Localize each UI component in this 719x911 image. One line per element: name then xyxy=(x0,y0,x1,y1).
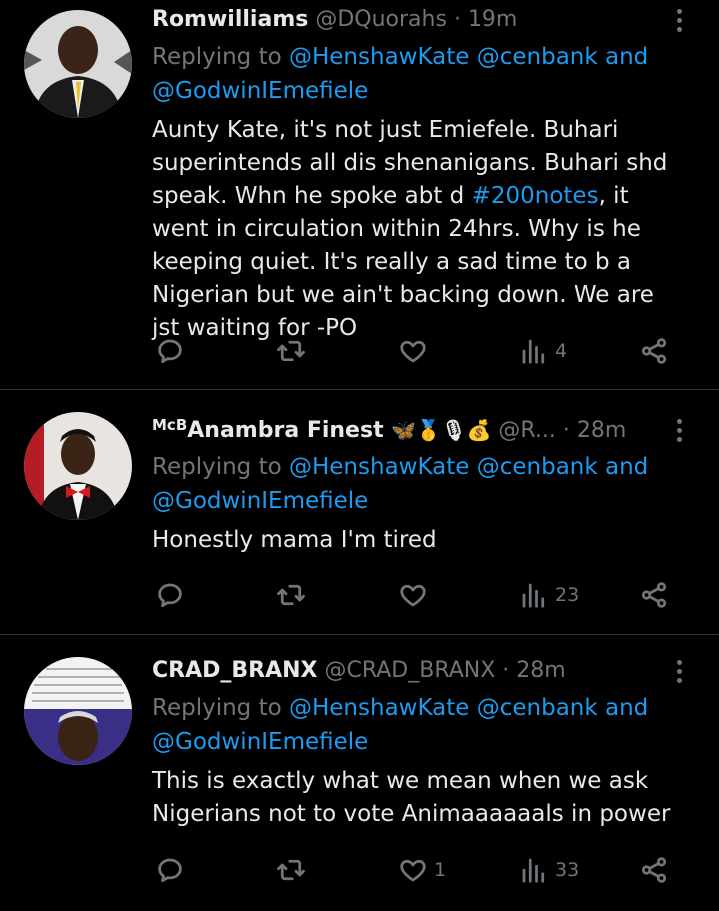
replying-to-label: Replying to xyxy=(152,695,282,721)
tweet-header: McBAnambra Finest 🦋🥇🎙💰 @R... · 28m xyxy=(152,416,649,446)
retweet-button[interactable] xyxy=(276,578,306,612)
share-button[interactable] xyxy=(639,578,669,612)
reply-icon xyxy=(155,855,185,885)
reply-icon xyxy=(155,336,185,366)
like-icon xyxy=(398,580,428,610)
mention-and[interactable]: and xyxy=(605,44,648,70)
share-icon xyxy=(639,580,669,610)
views-icon xyxy=(519,580,549,610)
separator-dot: · xyxy=(453,7,461,32)
view-count: 23 xyxy=(555,584,580,606)
like-button[interactable] xyxy=(398,578,434,612)
like-count: 1 xyxy=(434,859,447,881)
view-count: 33 xyxy=(555,859,580,881)
avatar[interactable] xyxy=(24,10,132,118)
retweet-button[interactable] xyxy=(276,334,306,368)
timestamp[interactable]: 28m xyxy=(577,418,626,443)
retweet-icon xyxy=(276,336,306,366)
avatar[interactable] xyxy=(24,412,132,520)
retweet-icon xyxy=(276,580,306,610)
more-icon[interactable] xyxy=(669,657,689,685)
share-icon xyxy=(639,336,669,366)
mention-link[interactable]: @cenbank xyxy=(477,454,598,480)
reply-icon xyxy=(155,580,185,610)
like-button[interactable] xyxy=(398,334,434,368)
views-button[interactable]: 33 xyxy=(519,853,579,887)
tweet-header: Romwilliams @DQuorahs · 19m xyxy=(152,6,649,34)
mention-link[interactable]: @HenshawKate xyxy=(289,44,469,70)
mention-link[interactable]: @HenshawKate xyxy=(289,454,469,480)
tweet-text: This is exactly what we mean when we ask… xyxy=(152,768,671,827)
action-bar: 1 33 xyxy=(155,853,679,887)
timestamp[interactable]: 28m xyxy=(516,658,565,683)
retweet-icon xyxy=(276,855,306,885)
mention-and[interactable]: and xyxy=(605,454,648,480)
replying-to: Replying to @HenshawKate @cenbank and @G… xyxy=(152,40,679,108)
share-button[interactable] xyxy=(639,853,669,887)
mention-link[interactable]: @GodwinIEmefiele xyxy=(152,488,368,514)
handle[interactable]: @DQuorahs xyxy=(315,7,447,32)
hashtag-link[interactable]: #200notes xyxy=(472,183,599,209)
retweet-button[interactable] xyxy=(276,853,306,887)
display-name-text: Anambra Finest xyxy=(187,418,384,443)
avatar[interactable] xyxy=(24,657,132,765)
name-prefix: McB xyxy=(152,416,188,434)
mention-link[interactable]: @cenbank xyxy=(477,44,598,70)
mention-and[interactable]: and xyxy=(605,695,648,721)
display-name[interactable]: McBAnambra Finest 🦋🥇🎙💰 xyxy=(152,416,492,443)
mention-link[interactable]: @GodwinIEmefiele xyxy=(152,78,368,104)
replying-to-label: Replying to xyxy=(152,454,282,480)
more-icon[interactable] xyxy=(669,6,689,34)
views-icon xyxy=(519,336,549,366)
like-icon xyxy=(398,855,428,885)
views-button[interactable]: 23 xyxy=(519,578,579,612)
tweet-header: CRAD_BRANX @CRAD_BRANX · 28m xyxy=(152,657,649,685)
mention-link[interactable]: @cenbank xyxy=(477,695,598,721)
tweet-text: Aunty Kate, it's not just Emiefele. Buha… xyxy=(152,114,679,345)
mention-link[interactable]: @HenshawKate xyxy=(289,695,469,721)
separator-dot: · xyxy=(562,418,570,443)
display-name[interactable]: CRAD_BRANX xyxy=(152,658,317,683)
handle[interactable]: @R... xyxy=(498,418,555,443)
tweet[interactable]: CRAD_BRANX @CRAD_BRANX · 28m Replying to… xyxy=(0,635,719,911)
views-icon xyxy=(519,855,549,885)
tweet[interactable]: Romwilliams @DQuorahs · 19m Replying to … xyxy=(0,0,719,390)
views-button[interactable]: 4 xyxy=(519,334,567,368)
share-button[interactable] xyxy=(639,334,669,368)
name-emojis: 🦋🥇🎙💰 xyxy=(391,418,492,442)
timestamp[interactable]: 19m xyxy=(468,7,517,32)
reply-button[interactable] xyxy=(155,578,185,612)
reply-button[interactable] xyxy=(155,853,185,887)
share-icon xyxy=(639,855,669,885)
handle[interactable]: @CRAD_BRANX xyxy=(324,658,495,683)
display-name[interactable]: Romwilliams xyxy=(152,7,308,32)
more-icon[interactable] xyxy=(669,416,689,444)
like-button[interactable]: 1 xyxy=(398,853,446,887)
replying-to: Replying to @HenshawKate @cenbank and @G… xyxy=(152,450,679,518)
tweet-text: Honestly mama I'm tired xyxy=(152,527,437,553)
action-bar: 23 xyxy=(155,578,679,612)
action-bar: 4 xyxy=(155,334,679,368)
mention-link[interactable]: @GodwinIEmefiele xyxy=(152,729,368,755)
separator-dot: · xyxy=(502,658,510,683)
like-icon xyxy=(398,336,428,366)
replying-to-label: Replying to xyxy=(152,44,282,70)
replying-to: Replying to @HenshawKate @cenbank and @G… xyxy=(152,691,679,759)
view-count: 4 xyxy=(555,340,568,362)
reply-button[interactable] xyxy=(155,334,185,368)
tweet[interactable]: McBAnambra Finest 🦋🥇🎙💰 @R... · 28m Reply… xyxy=(0,390,719,635)
